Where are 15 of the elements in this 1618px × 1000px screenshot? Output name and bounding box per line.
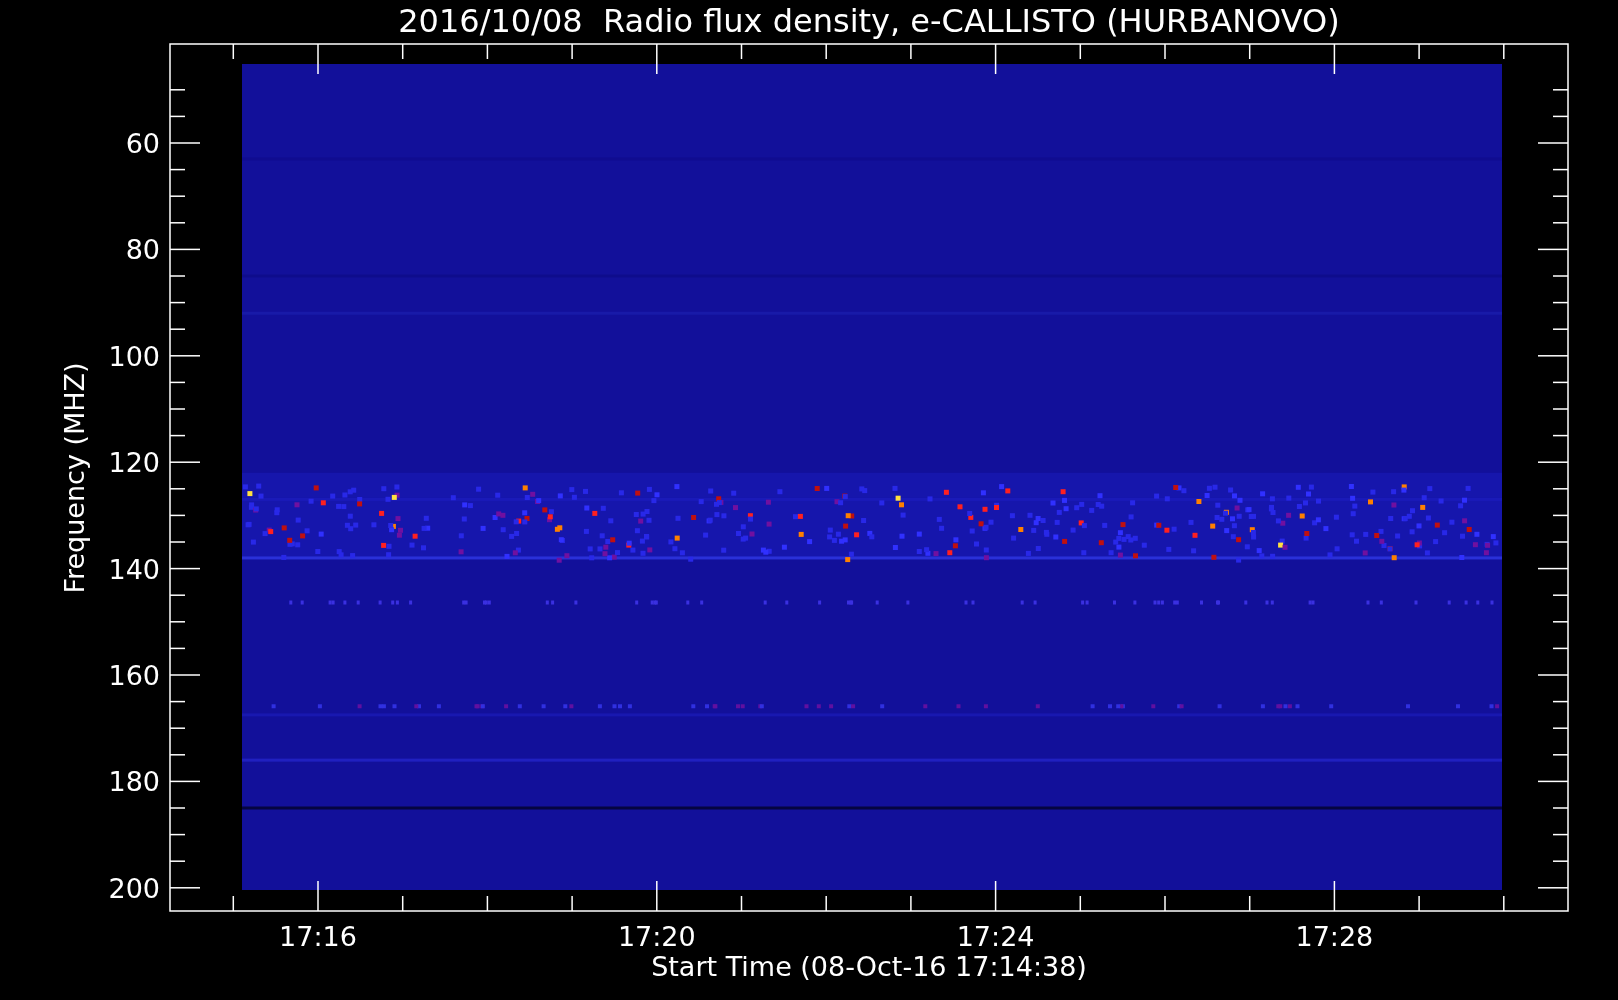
tick-label: 120	[108, 447, 160, 479]
tick-label: 100	[108, 340, 160, 372]
tick-label: 200	[108, 872, 160, 904]
chart-title: 2016/10/08 Radio flux density, e-CALLISTO (HURBANOVO)	[398, 2, 1340, 40]
tick-label: 17:28	[1295, 921, 1374, 952]
tick-label: 60	[125, 128, 160, 159]
axis-label: Frequency (MHZ)	[59, 362, 90, 594]
axis-label: Start Time (08-Oct-16 17:14:38)	[651, 951, 1087, 982]
tick-label: 17:24	[956, 921, 1035, 952]
tick-label: 17:20	[617, 921, 696, 952]
tick-label: 180	[108, 766, 160, 798]
tick-label: 17:16	[279, 921, 357, 952]
tick-label: 160	[108, 660, 160, 691]
tick-label: 140	[108, 553, 160, 585]
tick-label: 80	[125, 234, 160, 266]
